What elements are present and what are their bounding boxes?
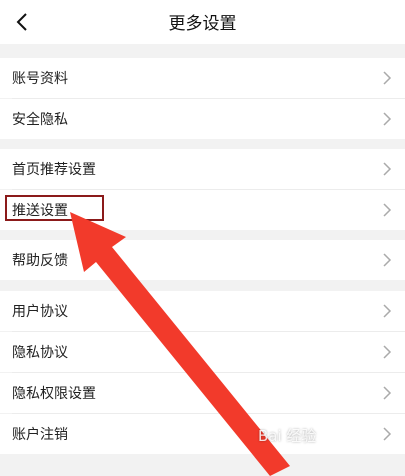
- chevron-right-icon: [383, 304, 392, 318]
- highlight-box: [5, 195, 104, 221]
- watermark: Bai 经验: [258, 427, 317, 445]
- settings-item-label: 帮助反馈: [12, 253, 68, 269]
- settings-item-help-feedback[interactable]: 帮助反馈: [0, 240, 405, 280]
- settings-item-privacy-permission[interactable]: 隐私权限设置: [0, 373, 405, 413]
- chevron-right-icon: [383, 427, 392, 441]
- settings-item-security-privacy[interactable]: 安全隐私: [0, 99, 405, 139]
- settings-item-account-info[interactable]: 账号资料: [0, 58, 405, 98]
- settings-item-label: 账号资料: [12, 71, 68, 87]
- settings-item-user-agreement[interactable]: 用户协议: [0, 291, 405, 331]
- settings-item-label: 隐私权限设置: [12, 386, 96, 402]
- top-bar: 更多设置: [0, 0, 405, 44]
- chevron-right-icon: [383, 71, 392, 85]
- settings-item-account-deactivation[interactable]: 账户注销: [0, 414, 405, 454]
- chevron-right-icon: [383, 253, 392, 267]
- settings-item-label: 隐私协议: [12, 345, 68, 361]
- settings-item-label: 首页推荐设置: [12, 162, 96, 178]
- chevron-right-icon: [383, 345, 392, 359]
- chevron-right-icon: [383, 162, 392, 176]
- page-title: 更多设置: [168, 14, 237, 34]
- chevron-right-icon: [383, 203, 392, 217]
- settings-item-home-recommend[interactable]: 首页推荐设置: [0, 149, 405, 189]
- settings-item-label: 账户注销: [12, 427, 68, 443]
- settings-item-privacy-agreement[interactable]: 隐私协议: [0, 332, 405, 372]
- settings-item-label: 用户协议: [12, 304, 68, 320]
- chevron-right-icon: [383, 112, 392, 126]
- chevron-right-icon: [383, 386, 392, 400]
- settings-item-label: 安全隐私: [12, 112, 68, 128]
